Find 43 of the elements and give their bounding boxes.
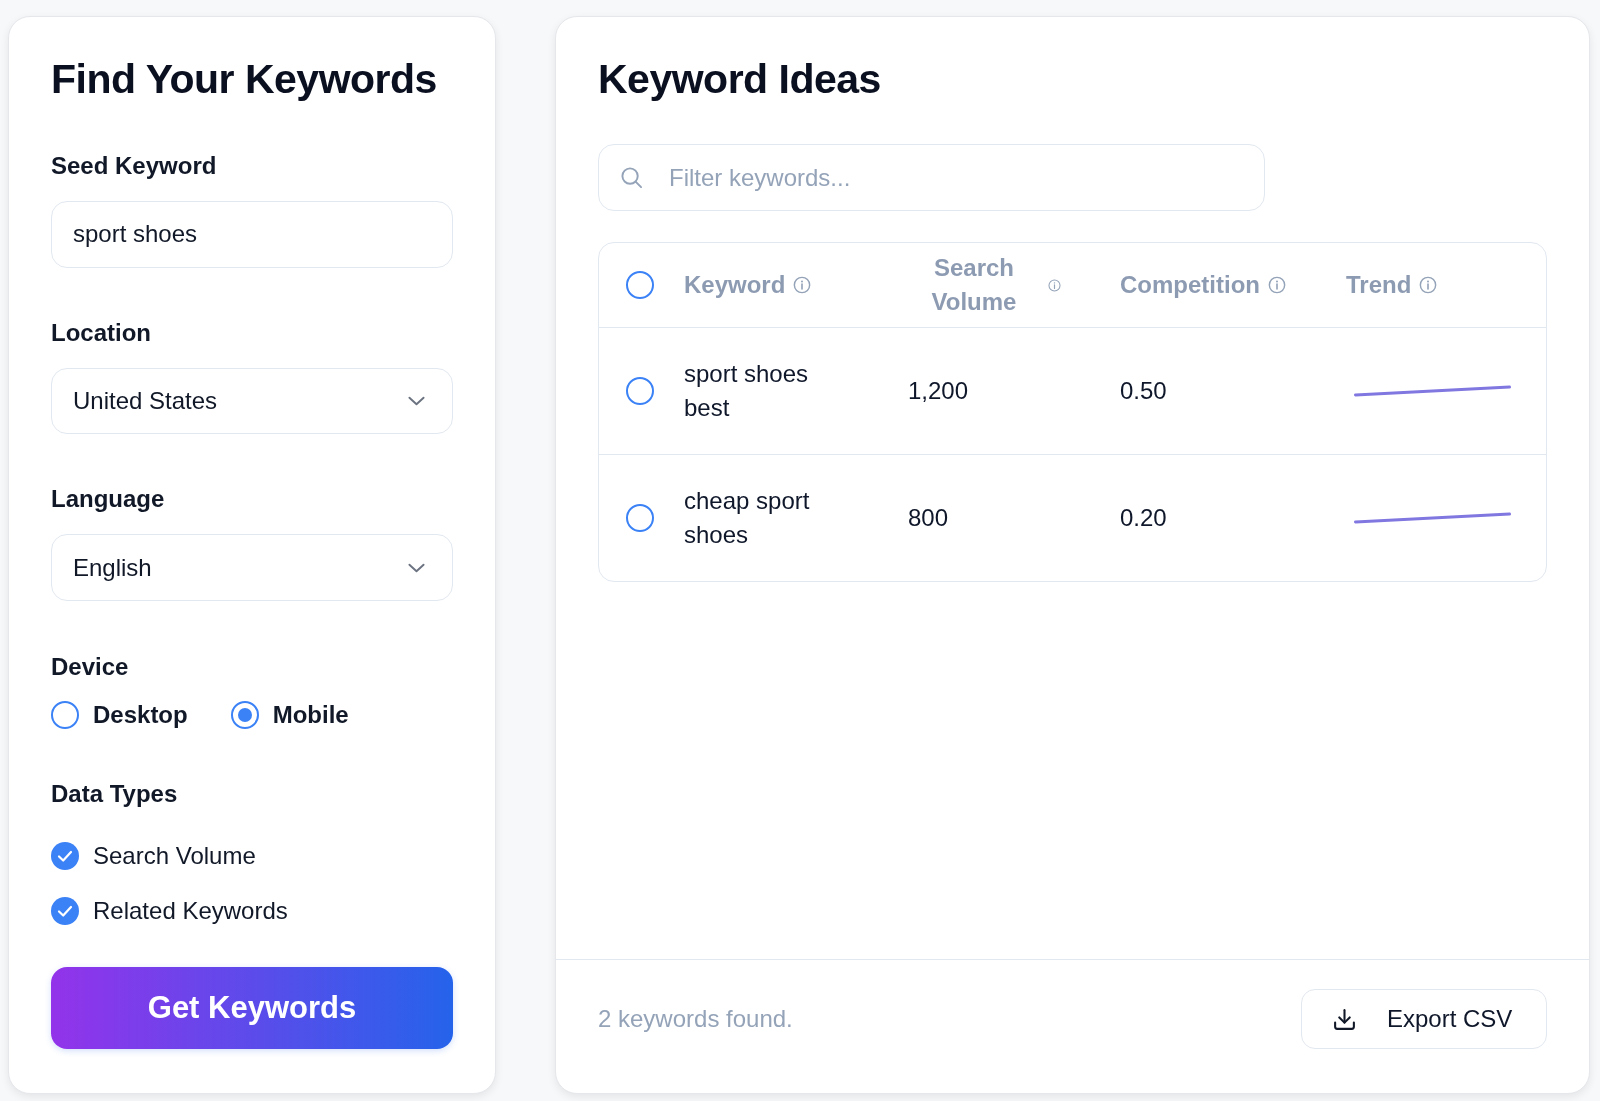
table-cell-text: sport shoes best — [684, 359, 810, 423]
field-label: Language — [51, 484, 165, 515]
field-label: Seed Keyword — [51, 151, 217, 181]
table-cell-text: 0.50 — [1120, 376, 1167, 406]
radio-button[interactable] — [230, 700, 259, 729]
download-icon — [1332, 1006, 1357, 1032]
results-title: Keyword Ideas — [598, 55, 881, 103]
column-header: Keyword — [684, 270, 786, 300]
field-label: Location — [51, 317, 151, 348]
row-checkbox[interactable] — [626, 377, 654, 405]
table-cell-text: 800 — [908, 503, 949, 533]
info-icon — [1268, 276, 1286, 294]
field-label: Device — [51, 651, 129, 682]
radio-label: Desktop — [93, 700, 188, 729]
column-header: Competition — [1120, 270, 1260, 300]
radio-label: Mobile — [272, 700, 349, 729]
form-title: Find Your Keywords — [51, 55, 437, 103]
field-label: Data Types — [51, 778, 178, 809]
search-field[interactable]: Filter keywords... — [598, 144, 1265, 211]
select-all-checkbox[interactable] — [626, 271, 654, 299]
chevron-down-icon — [408, 395, 425, 406]
checkbox-label: Search Volume — [93, 841, 256, 870]
export-button[interactable]: Export CSV — [1301, 989, 1547, 1049]
info-icon — [1419, 276, 1438, 294]
column-header: Trend — [1346, 270, 1412, 300]
results-count: 2 keywords found. — [598, 1005, 793, 1033]
chevron-down-icon — [408, 562, 425, 573]
radio-button[interactable] — [51, 700, 79, 729]
checkbox[interactable] — [51, 841, 79, 870]
info-icon — [1048, 278, 1061, 292]
checkbox[interactable] — [51, 896, 79, 925]
column-header: Search Volume — [930, 253, 1018, 317]
search-icon — [620, 166, 643, 189]
table-cell-text: 0.20 — [1120, 503, 1167, 533]
row-checkbox[interactable] — [626, 504, 654, 532]
keyword-input[interactable]: sport shoes — [51, 201, 453, 268]
table-cell-text: 1,200 — [908, 376, 969, 406]
location-dropdown[interactable]: United States — [51, 367, 453, 435]
checkbox-label: Related Keywords — [93, 896, 288, 925]
submit-button[interactable]: Get Keywords — [51, 967, 453, 1049]
info-icon — [793, 276, 812, 294]
language-dropdown[interactable]: English — [51, 534, 453, 601]
table-cell-text: cheap sport shoes — [684, 486, 811, 550]
